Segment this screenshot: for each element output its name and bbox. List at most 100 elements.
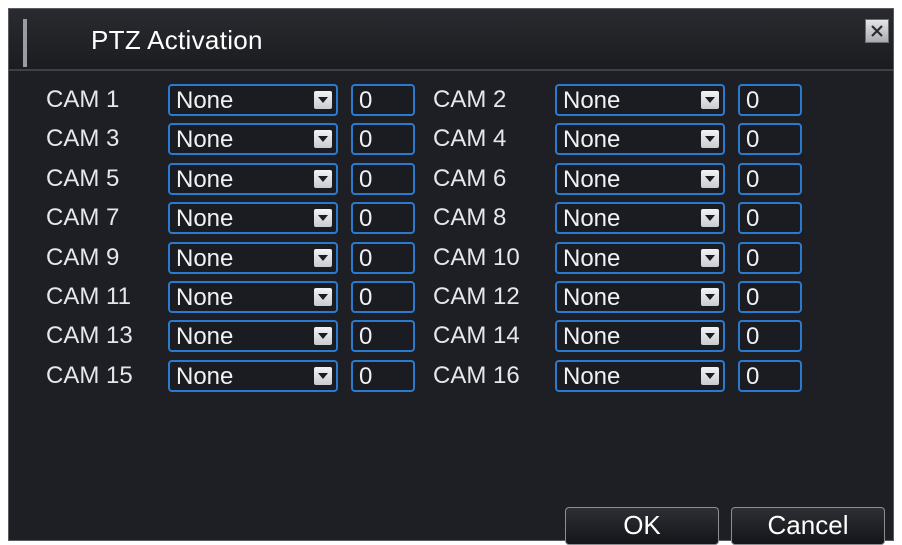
cam-label: CAM 14 (433, 322, 520, 349)
ptz-number-value: 0 (746, 126, 760, 153)
ptz-number-value: 0 (359, 323, 373, 350)
ptz-number-field[interactable]: 0 (351, 320, 415, 352)
title-bar-accent (23, 19, 27, 67)
chevron-down-icon (314, 209, 332, 227)
cam-label: CAM 15 (46, 362, 133, 389)
ptz-mode-select[interactable]: None (555, 320, 725, 352)
ptz-number-field[interactable]: 0 (351, 84, 415, 116)
ptz-mode-value: None (176, 126, 234, 153)
chevron-down-icon (701, 367, 719, 385)
chevron-down-icon (314, 130, 332, 148)
ptz-mode-select[interactable]: None (168, 202, 338, 234)
ptz-number-value: 0 (746, 363, 760, 390)
chevron-down-icon (701, 288, 719, 306)
ptz-mode-select[interactable]: None (555, 281, 725, 313)
ptz-number-value: 0 (746, 323, 760, 350)
ptz-mode-select[interactable]: None (555, 123, 725, 155)
ptz-number-field[interactable]: 0 (351, 163, 415, 195)
ptz-number-value: 0 (359, 245, 373, 272)
ptz-number-value: 0 (746, 245, 760, 272)
chevron-down-icon (314, 249, 332, 267)
chevron-down-icon (314, 170, 332, 188)
ptz-number-field[interactable]: 0 (738, 163, 802, 195)
ptz-mode-value: None (176, 87, 234, 114)
ptz-mode-select[interactable]: None (168, 281, 338, 313)
cam-label: CAM 8 (433, 204, 507, 231)
close-icon (871, 25, 883, 37)
ptz-mode-value: None (176, 363, 234, 390)
ptz-number-value: 0 (359, 87, 373, 114)
chevron-down-icon (701, 170, 719, 188)
chevron-down-icon (314, 288, 332, 306)
cam-label: CAM 16 (433, 362, 520, 389)
ptz-number-field[interactable]: 0 (351, 360, 415, 392)
ptz-mode-select[interactable]: None (168, 123, 338, 155)
ptz-mode-value: None (176, 323, 234, 350)
ptz-mode-value: None (563, 284, 621, 311)
ptz-number-value: 0 (359, 363, 373, 390)
ptz-mode-value: None (176, 245, 234, 272)
chevron-down-icon (314, 327, 332, 345)
ptz-mode-value: None (563, 323, 621, 350)
cam-label: CAM 7 (46, 204, 120, 231)
ptz-mode-select[interactable]: None (168, 163, 338, 195)
ptz-number-field[interactable]: 0 (738, 84, 802, 116)
chevron-down-icon (314, 367, 332, 385)
ok-button[interactable]: OK (565, 507, 719, 545)
ptz-number-field[interactable]: 0 (738, 242, 802, 274)
ptz-mode-select[interactable]: None (168, 360, 338, 392)
ptz-mode-value: None (563, 126, 621, 153)
ptz-mode-select[interactable]: None (555, 163, 725, 195)
ptz-number-value: 0 (746, 284, 760, 311)
ptz-mode-value: None (563, 87, 621, 114)
ptz-number-field[interactable]: 0 (351, 242, 415, 274)
ptz-mode-select[interactable]: None (555, 242, 725, 274)
cam-label: CAM 12 (433, 283, 520, 310)
ptz-activation-dialog: PTZ Activation CAM 1 None 0 CAM 2 None 0 CAM 3… (8, 8, 894, 545)
ptz-mode-select[interactable]: None (555, 84, 725, 116)
chevron-down-icon (701, 249, 719, 267)
ptz-number-value: 0 (359, 166, 373, 193)
ptz-mode-value: None (563, 245, 621, 272)
ptz-number-value: 0 (746, 87, 760, 114)
cam-label: CAM 3 (46, 125, 120, 152)
ptz-number-value: 0 (359, 205, 373, 232)
cam-label: CAM 6 (433, 165, 507, 192)
ptz-mode-value: None (563, 205, 621, 232)
ptz-mode-value: None (176, 166, 234, 193)
ptz-number-field[interactable]: 0 (738, 320, 802, 352)
cam-label: CAM 10 (433, 244, 520, 271)
cam-label: CAM 4 (433, 125, 507, 152)
ptz-mode-select[interactable]: None (168, 84, 338, 116)
ptz-number-field[interactable]: 0 (351, 123, 415, 155)
chevron-down-icon (701, 327, 719, 345)
ptz-mode-select[interactable]: None (168, 242, 338, 274)
ptz-mode-value: None (176, 205, 234, 232)
cancel-button[interactable]: Cancel (731, 507, 885, 545)
ptz-number-field[interactable]: 0 (351, 281, 415, 313)
cam-label: CAM 1 (46, 86, 120, 113)
ptz-number-field[interactable]: 0 (738, 281, 802, 313)
title-bar: PTZ Activation (9, 9, 893, 71)
ptz-mode-value: None (563, 363, 621, 390)
cam-label: CAM 9 (46, 244, 120, 271)
ptz-number-field[interactable]: 0 (351, 202, 415, 234)
ptz-mode-value: None (176, 284, 234, 311)
ptz-mode-select[interactable]: None (555, 202, 725, 234)
ptz-number-field[interactable]: 0 (738, 202, 802, 234)
chevron-down-icon (701, 91, 719, 109)
ptz-number-value: 0 (746, 205, 760, 232)
cam-label: CAM 2 (433, 86, 507, 113)
ptz-mode-select[interactable]: None (555, 360, 725, 392)
ptz-mode-value: None (563, 166, 621, 193)
cam-label: CAM 5 (46, 165, 120, 192)
cam-label: CAM 11 (46, 283, 131, 310)
ptz-number-value: 0 (359, 126, 373, 153)
chevron-down-icon (701, 130, 719, 148)
close-button[interactable] (865, 19, 889, 43)
cam-label: CAM 13 (46, 322, 133, 349)
ptz-mode-select[interactable]: None (168, 320, 338, 352)
ptz-number-field[interactable]: 0 (738, 360, 802, 392)
ptz-number-field[interactable]: 0 (738, 123, 802, 155)
ptz-number-value: 0 (359, 284, 373, 311)
